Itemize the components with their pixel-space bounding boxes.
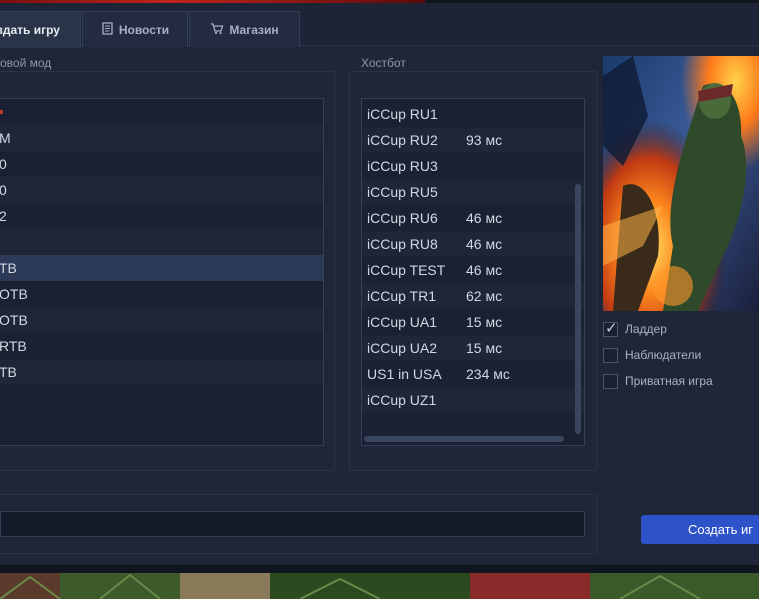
list-item[interactable]: iCCup UA2 15 мс bbox=[362, 335, 584, 361]
list-item[interactable]: RTB bbox=[0, 333, 323, 359]
private-game-checkbox[interactable]: Приватная игра bbox=[603, 372, 713, 390]
ladder-checkbox[interactable]: ✓ Ладдер bbox=[603, 320, 667, 338]
list-item[interactable]: iCCup TR1 62 мс bbox=[362, 283, 584, 309]
list-item[interactable]: iCCup TEST 46 мс bbox=[362, 257, 584, 283]
list-item[interactable]: TB bbox=[0, 359, 323, 385]
list-item[interactable]: iCCup RU1 bbox=[362, 101, 584, 127]
list-item[interactable]: iCCup UA1 15 мс bbox=[362, 309, 584, 335]
list-item[interactable]: iCCup RU6 46 мс bbox=[362, 205, 584, 231]
list-item[interactable]: 0 bbox=[0, 151, 323, 177]
tab-news[interactable]: Новости bbox=[82, 11, 188, 47]
private-game-checkbox-box[interactable] bbox=[603, 373, 618, 389]
game-mode-label: овой мод bbox=[0, 56, 52, 70]
list-item[interactable]: iCCup RU5 bbox=[362, 179, 584, 205]
hostbot-horizontal-scrollbar[interactable] bbox=[364, 436, 564, 442]
cart-icon bbox=[210, 22, 224, 38]
game-mode-list[interactable]: M 0 0 2 TB OTB OTB RTB TB bbox=[0, 98, 324, 446]
private-game-label: Приватная игра bbox=[625, 374, 713, 388]
tab-create-game[interactable]: Создать игру bbox=[0, 11, 81, 48]
tab-news-label: Новости bbox=[118, 22, 170, 37]
checkmark-icon: ✓ bbox=[605, 319, 618, 337]
list-item[interactable]: US1 in USA 234 мс bbox=[362, 361, 584, 387]
list-item[interactable]: iCCup RU8 46 мс bbox=[362, 231, 584, 257]
tab-shop-label: Магазин bbox=[229, 22, 279, 37]
list-item[interactable]: OTB bbox=[0, 307, 323, 333]
list-item[interactable]: iCCup RU3 bbox=[362, 153, 584, 179]
observers-checkbox-box[interactable] bbox=[603, 347, 618, 363]
bottom-strip bbox=[0, 565, 759, 573]
mode-marker-icon bbox=[0, 110, 3, 114]
list-item[interactable] bbox=[0, 229, 323, 255]
game-name-input[interactable] bbox=[0, 511, 585, 537]
observers-label: Наблюдатели bbox=[625, 348, 702, 362]
list-item[interactable]: OTB bbox=[0, 281, 323, 307]
bottom-background-art bbox=[0, 573, 759, 599]
tab-bar: Создать игру Новости Магазин bbox=[0, 3, 759, 48]
list-item[interactable] bbox=[0, 99, 323, 125]
observers-checkbox[interactable]: Наблюдатели bbox=[603, 346, 701, 364]
hostbot-vertical-scrollbar[interactable] bbox=[575, 184, 581, 434]
tab-create-game-label: Создать игру bbox=[0, 23, 60, 37]
hostbot-label: Хостбот bbox=[361, 56, 406, 70]
map-preview-image bbox=[603, 56, 759, 311]
list-item[interactable]: 0 bbox=[0, 177, 323, 203]
list-item[interactable]: iCCup RU2 93 мс bbox=[362, 127, 584, 153]
tab-shop[interactable]: Магазин bbox=[189, 11, 300, 47]
create-game-button-label: Создать иг bbox=[688, 522, 754, 537]
news-icon bbox=[101, 21, 114, 38]
list-item[interactable]: iCCup UZ1 bbox=[362, 387, 584, 413]
ladder-checkbox-box[interactable]: ✓ bbox=[603, 319, 618, 337]
list-item[interactable]: M bbox=[0, 125, 323, 151]
list-item-selected[interactable]: TB bbox=[0, 255, 323, 281]
ladder-label: Ладдер bbox=[625, 322, 667, 336]
hostbot-list[interactable]: iCCup RU1 iCCup RU2 93 мс iCCup RU3 iCCup… bbox=[361, 98, 585, 446]
create-game-button[interactable]: Создать иг bbox=[641, 515, 759, 544]
list-item[interactable]: 2 bbox=[0, 203, 323, 229]
